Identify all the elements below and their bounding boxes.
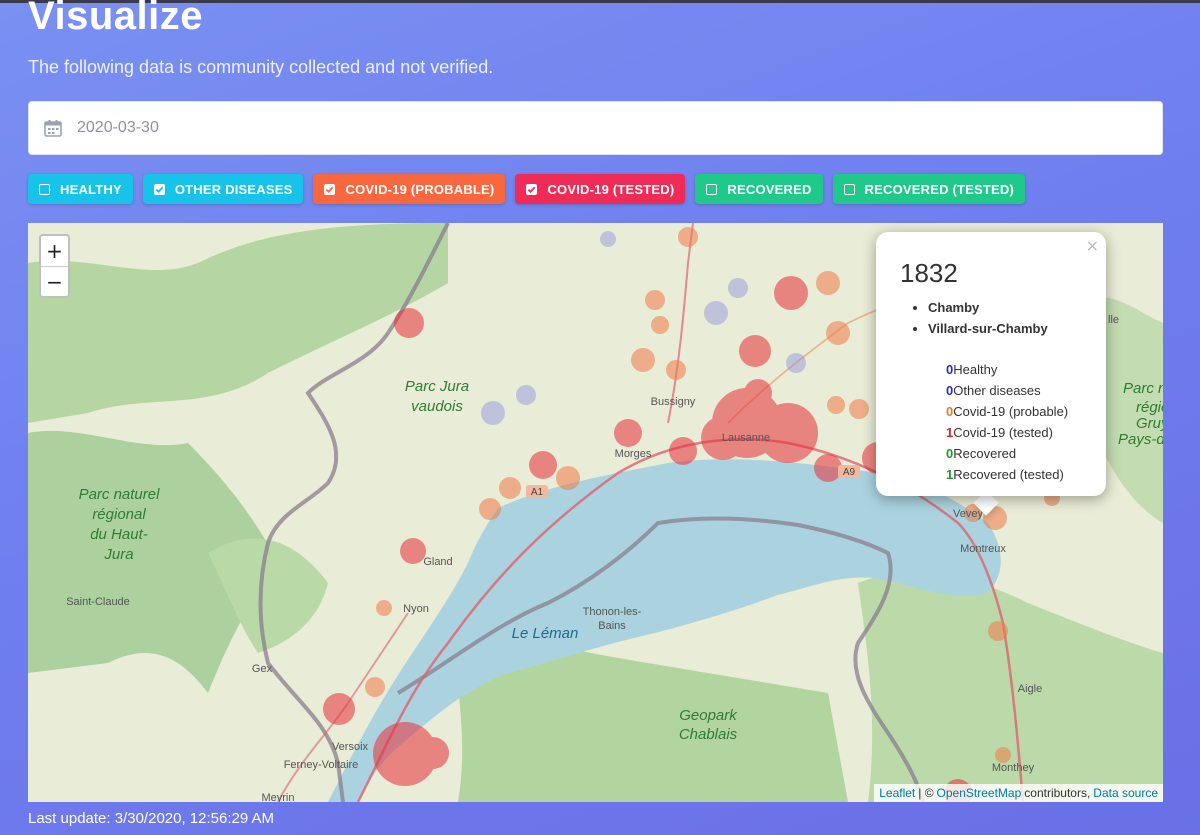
filter-label: COVID-19 (PROBABLE): [345, 181, 495, 197]
map-label: Nyon: [403, 603, 429, 615]
map-label: Gruy: [1136, 415, 1163, 432]
popup-counts: 0Healthy 0Other diseases 0Covid-19 (prob…: [946, 362, 1068, 488]
map-label: Gland: [423, 556, 452, 568]
zoom-control: + −: [39, 234, 70, 298]
map-attribution: Leaflet | © OpenStreetMap contributors, …: [874, 784, 1163, 802]
map-label: Jura: [103, 546, 133, 563]
filter-label: RECOVERED (TESTED): [864, 181, 1015, 197]
map-label: Ferney-Voltaire: [284, 759, 359, 771]
checkbox-icon[interactable]: [324, 183, 336, 195]
popup-title: 1832: [900, 258, 958, 288]
map-label: Bussigny: [651, 396, 696, 408]
map-label: Versoix: [332, 741, 369, 753]
count-row: 0Healthy: [946, 362, 1068, 383]
count-row: 0Other diseases: [946, 383, 1068, 404]
map-label: Gex: [252, 663, 273, 675]
filter-label: OTHER DISEASES: [174, 181, 293, 197]
map-label: du Haut-: [90, 526, 148, 543]
map-label: Saint-Claude: [66, 596, 130, 608]
checkbox-icon[interactable]: [39, 183, 50, 195]
lake-label: Le Léman: [512, 625, 579, 642]
location-popup: × 1832 Chamby Villard-sur-Chamby 0Health…: [876, 232, 1106, 496]
filter-other-diseases[interactable]: OTHER DISEASES: [142, 174, 304, 204]
checkbox-icon[interactable]: [153, 183, 165, 195]
map-label: Vevey: [953, 508, 983, 520]
filter-label: RECOVERED: [727, 181, 812, 197]
filter-recovered[interactable]: RECOVERED: [695, 174, 823, 204]
close-icon[interactable]: ×: [1086, 236, 1099, 255]
map-label: Monthey: [992, 762, 1035, 774]
popup-places: Chamby Villard-sur-Chamby: [928, 300, 1048, 342]
count-row: 1Covid-19 (tested): [946, 425, 1068, 446]
page-title: Visualize: [28, 0, 203, 38]
count-label: Recovered: [953, 446, 1017, 461]
map-label: Bains: [598, 620, 626, 632]
count-label: Recovered (tested): [953, 467, 1064, 482]
map-label: lle: [1108, 314, 1119, 326]
map-label: Chablais: [679, 726, 738, 743]
checkbox-icon[interactable]: [526, 183, 538, 195]
place-item: Villard-sur-Chamby: [928, 321, 1048, 336]
count-label: Healthy: [953, 362, 998, 377]
data-source-link[interactable]: Data source: [1093, 786, 1158, 800]
map-label: régional: [92, 506, 146, 523]
map-label: Parc naturel: [79, 486, 161, 503]
attribution-contrib: contributors,: [1024, 786, 1091, 800]
map-label: Meyrin: [261, 792, 294, 802]
filter-covid-tested[interactable]: COVID-19 (TESTED): [515, 174, 686, 204]
filter-label: COVID-19 (TESTED): [547, 181, 675, 197]
map-label: Aigle: [1018, 683, 1042, 695]
calendar-icon: [43, 118, 63, 138]
count-label: Covid-19 (probable): [953, 404, 1069, 419]
road-shield-label: A1: [531, 487, 544, 498]
map-label: Parc Jura: [405, 378, 469, 395]
zoom-in-button[interactable]: +: [41, 236, 68, 266]
map[interactable]: Parc Jura vaudois Parc naturel régional …: [28, 223, 1163, 802]
filter-recovered-tested[interactable]: RECOVERED (TESTED): [832, 174, 1026, 204]
map-label: Lausanne: [722, 432, 770, 444]
road-shield-label: A9: [843, 467, 856, 478]
category-filters: HEALTHY OTHER DISEASES COVID-19 (PROBABL…: [28, 174, 1026, 204]
place-item: Chamby: [928, 300, 1048, 315]
page-subtitle: The following data is community collecte…: [28, 57, 494, 77]
map-label: Parc n: [1123, 380, 1163, 397]
filter-healthy[interactable]: HEALTHY: [28, 174, 133, 204]
count-row: 1Recovered (tested): [946, 467, 1068, 488]
checkbox-icon[interactable]: [706, 183, 718, 195]
filter-covid-probable[interactable]: COVID-19 (PROBABLE): [313, 174, 506, 204]
osm-link[interactable]: OpenStreetMap: [937, 786, 1022, 800]
leaflet-link[interactable]: Leaflet: [879, 786, 915, 800]
map-label: vaudois: [411, 398, 463, 415]
attribution-sep: | ©: [918, 786, 934, 800]
count-label: Covid-19 (tested): [953, 425, 1053, 440]
map-label: Morges: [615, 448, 652, 460]
map-label: Thonon-les-: [583, 606, 642, 618]
date-field[interactable]: [28, 101, 1163, 155]
date-input[interactable]: [77, 119, 677, 137]
map-label: Geopark: [679, 707, 738, 724]
checkbox-icon[interactable]: [843, 183, 855, 195]
filter-label: HEALTHY: [60, 181, 122, 197]
count-row: 0Covid-19 (probable): [946, 404, 1068, 425]
last-update: Last update: 3/30/2020, 12:56:29 AM: [28, 810, 275, 827]
count-label: Other diseases: [953, 383, 1041, 398]
map-label: Montreux: [960, 543, 1006, 555]
zoom-out-button[interactable]: −: [41, 266, 68, 296]
map-label: Pays-d': [1118, 431, 1163, 448]
map-label: régiona: [1136, 399, 1163, 416]
count-row: 0Recovered: [946, 446, 1068, 467]
